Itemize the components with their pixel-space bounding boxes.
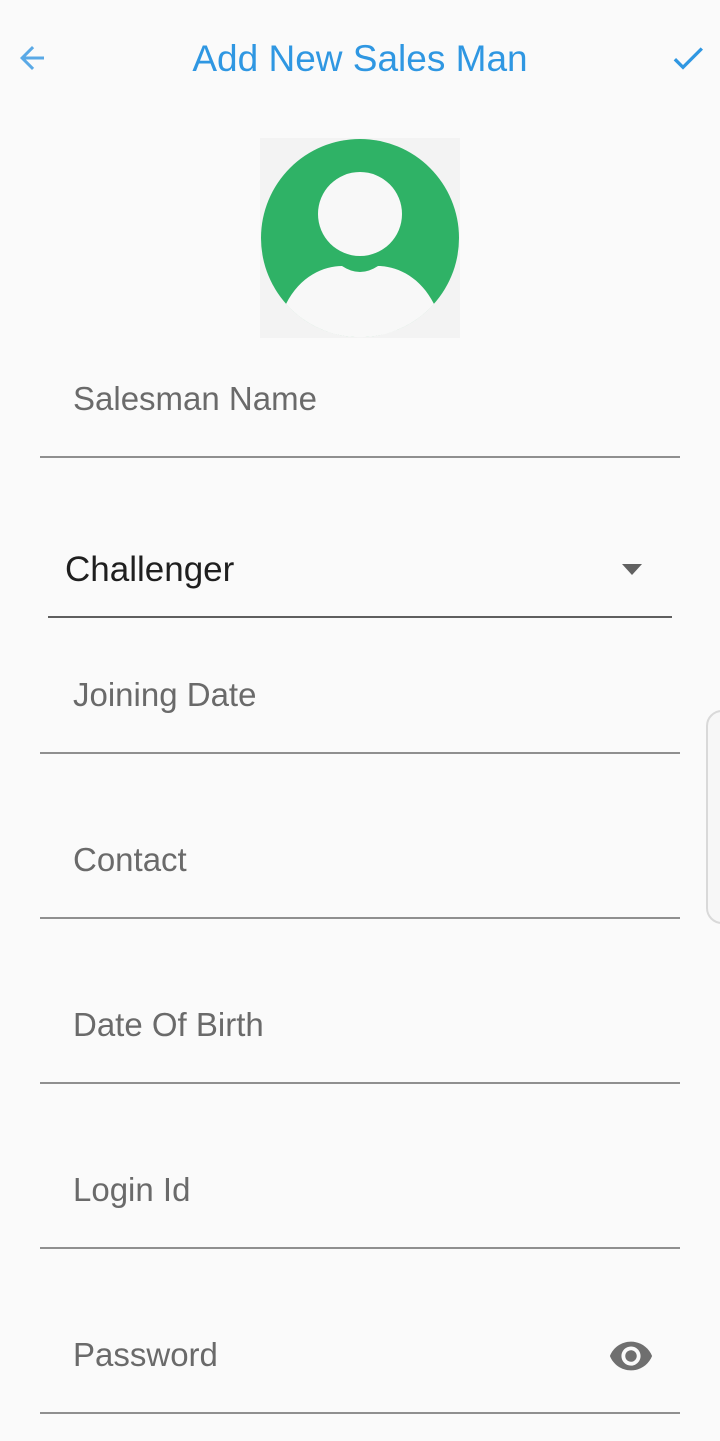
salesman-name-placeholder: Salesman Name xyxy=(73,380,317,417)
person-avatar-icon xyxy=(261,139,459,338)
app-bar: Add New Sales Man xyxy=(0,0,720,118)
password-field[interactable]: Password xyxy=(40,1332,680,1414)
eye-icon xyxy=(609,1341,653,1371)
edge-panel-handle[interactable] xyxy=(706,710,720,924)
salesman-name-field[interactable]: Salesman Name xyxy=(40,376,680,458)
save-button[interactable] xyxy=(666,36,710,80)
login-id-field[interactable]: Login Id xyxy=(40,1167,680,1249)
category-dropdown-value: Challenger xyxy=(65,550,235,589)
contact-placeholder: Contact xyxy=(73,841,187,878)
contact-field[interactable]: Contact xyxy=(40,837,680,919)
joining-date-placeholder: Joining Date xyxy=(73,676,257,713)
login-id-placeholder: Login Id xyxy=(73,1171,191,1208)
category-dropdown[interactable]: Challenger xyxy=(48,540,672,618)
password-placeholder: Password xyxy=(73,1336,218,1373)
joining-date-field[interactable]: Joining Date xyxy=(40,672,680,754)
page-title: Add New Sales Man xyxy=(192,38,528,79)
password-visibility-toggle[interactable] xyxy=(608,1341,654,1372)
date-of-birth-placeholder: Date Of Birth xyxy=(73,1006,264,1043)
dropdown-arrow-icon xyxy=(622,564,642,575)
check-icon xyxy=(673,47,703,70)
date-of-birth-field[interactable]: Date Of Birth xyxy=(40,1002,680,1084)
avatar-picker[interactable] xyxy=(260,138,460,338)
